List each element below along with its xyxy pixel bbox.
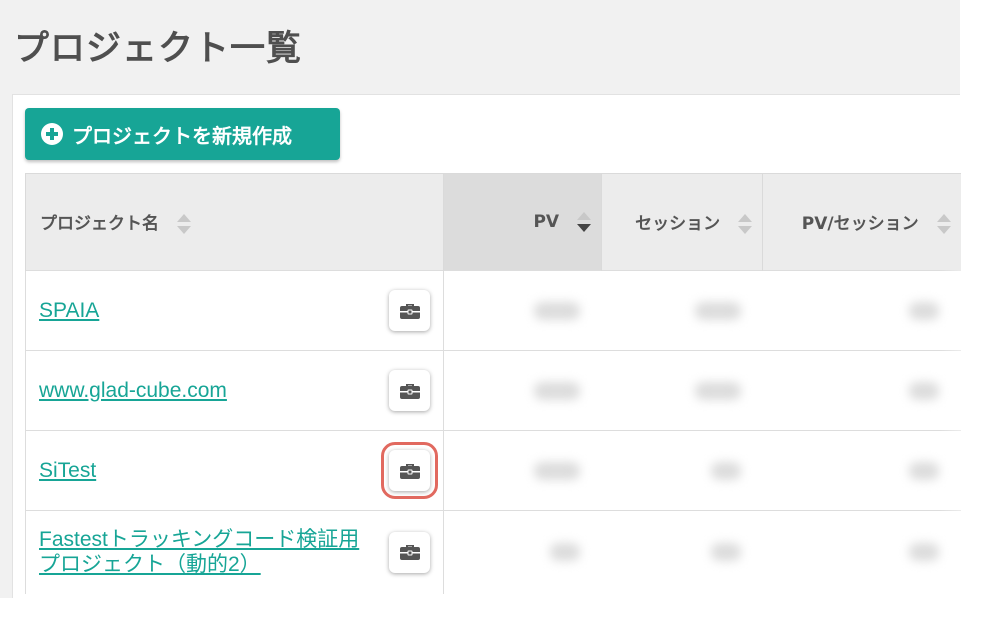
pv-per-session-cell xyxy=(762,350,961,431)
table-row: SPAIA xyxy=(25,270,961,351)
column-header-pv[interactable]: PV xyxy=(443,173,602,271)
column-header-project-name[interactable]: プロジェクト名 xyxy=(25,173,444,271)
table-row: www.glad-cube.com xyxy=(25,350,961,431)
briefcase-icon xyxy=(399,383,420,399)
project-name-cell: www.glad-cube.com xyxy=(25,350,444,431)
column-label: プロジェクト名 xyxy=(40,213,159,234)
briefcase-icon xyxy=(399,463,420,479)
pv-cell xyxy=(443,430,602,511)
project-link[interactable]: www.glad-cube.com xyxy=(39,378,227,403)
plus-circle-icon xyxy=(41,123,63,145)
pv-cell xyxy=(443,510,602,594)
new-project-button-label: プロジェクトを新規作成 xyxy=(72,123,292,148)
right-edge-fade xyxy=(940,270,990,600)
pv-per-session-cell xyxy=(762,510,961,594)
column-label: セッション xyxy=(635,213,721,234)
page-title: プロジェクト一覧 xyxy=(14,29,303,69)
pv-per-session-cell xyxy=(762,270,961,351)
sessions-cell xyxy=(601,270,763,351)
project-link[interactable]: SPAIA xyxy=(39,298,99,323)
project-name-cell: SiTest xyxy=(25,430,444,511)
sort-icon xyxy=(738,212,752,236)
page-bottom-edge xyxy=(0,598,990,629)
new-project-button[interactable]: プロジェクトを新規作成 xyxy=(25,108,340,160)
project-link[interactable]: Fastestトラッキングコード検証用プロジェクト（動的2） xyxy=(39,527,379,577)
project-name-cell: Fastestトラッキングコード検証用プロジェクト（動的2） xyxy=(25,510,444,594)
column-label: PV/セッション xyxy=(801,213,919,234)
sort-icon xyxy=(936,212,951,236)
table-row: Fastestトラッキングコード検証用プロジェクト（動的2） xyxy=(25,510,961,594)
project-settings-button[interactable] xyxy=(389,290,430,331)
briefcase-icon xyxy=(399,545,420,561)
project-name-cell: SPAIA xyxy=(25,270,444,351)
project-link[interactable]: SiTest xyxy=(39,458,96,483)
pv-per-session-cell xyxy=(762,430,961,511)
column-header-pv-per-session[interactable]: PV/セッション xyxy=(762,173,961,271)
sessions-cell xyxy=(601,430,763,511)
project-settings-button[interactable] xyxy=(389,370,430,411)
sessions-cell xyxy=(601,350,763,431)
column-label: PV xyxy=(533,212,560,232)
sort-icon xyxy=(176,212,191,236)
project-table: プロジェクト名 PV セッション PV/セッション SPAIA www.glad… xyxy=(25,173,961,594)
column-header-sessions[interactable]: セッション xyxy=(601,173,763,271)
briefcase-icon xyxy=(399,303,420,319)
project-settings-button[interactable] xyxy=(389,531,430,573)
pv-cell xyxy=(443,350,602,431)
project-settings-button-highlighted[interactable] xyxy=(381,442,438,499)
pv-cell xyxy=(443,270,602,351)
sessions-cell xyxy=(601,510,763,594)
table-row: SiTest xyxy=(25,430,961,511)
table-header-row: プロジェクト名 PV セッション PV/セッション xyxy=(25,173,961,271)
sort-desc-icon xyxy=(577,210,591,234)
